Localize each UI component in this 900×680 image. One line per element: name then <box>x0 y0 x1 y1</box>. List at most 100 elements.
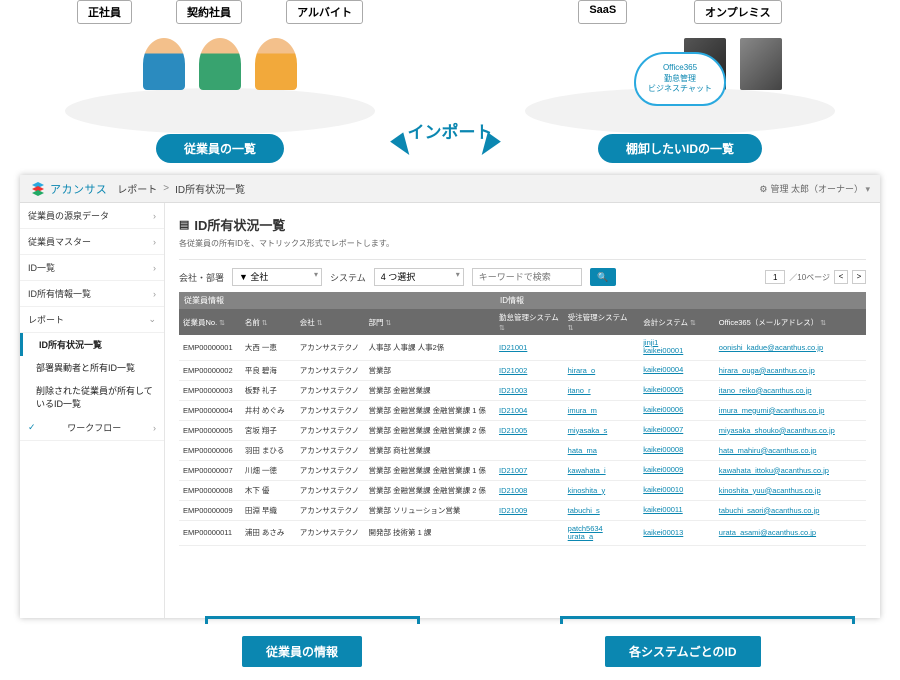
id-link[interactable]: kinoshita_y <box>568 486 606 495</box>
cell-dept: 営業部 金融営業課 金融営業課 2 係 <box>364 420 495 440</box>
id-link[interactable]: kaikei00011 <box>643 506 711 514</box>
id-link[interactable]: kaikei00005 <box>643 386 711 394</box>
id-link[interactable]: kaikei00006 <box>643 406 711 414</box>
id-link[interactable]: imura_megumi@acanthus.co.jp <box>719 406 825 415</box>
cell-empno: EMP00000005 <box>179 420 241 440</box>
cell-kintai <box>495 520 564 546</box>
id-link[interactable]: kinoshita_yuu@acanthus.co.jp <box>719 486 821 495</box>
cell-juchu: kawahata_i <box>564 460 640 480</box>
crumb-current: ID所有状況一覧 <box>175 181 245 196</box>
cell-kintai: ID21005 <box>495 420 564 440</box>
id-link[interactable]: hirara_ouga@acanthus.co.jp <box>719 366 815 375</box>
cell-name: 羽田 まひる <box>241 440 296 460</box>
id-link[interactable]: urata_a <box>568 533 636 541</box>
cell-juchu: imura_m <box>564 400 640 420</box>
id-link[interactable]: kaikei00004 <box>643 366 711 374</box>
tag-onprem: オンプレミス <box>694 0 782 24</box>
col-kaikei[interactable]: 会計システム <box>639 309 715 335</box>
id-link[interactable]: hata_ma <box>568 446 597 455</box>
cell-kaikei: kaikei00010 <box>639 480 715 500</box>
id-link[interactable]: itano_r <box>568 386 591 395</box>
callout-employee-info: 従業員の情報 <box>242 636 362 667</box>
id-link[interactable]: hirara_o <box>568 366 596 375</box>
cell-dept: 営業部 金融営業課 金融営業課 1 係 <box>364 400 495 420</box>
sidebar-sub-idownlist[interactable]: ID所有状況一覧 <box>20 333 164 356</box>
chevron-down-icon <box>148 314 156 325</box>
col-co[interactable]: 会社 <box>296 309 365 335</box>
id-link[interactable]: kaikei00007 <box>643 426 711 434</box>
import-label: インポート <box>408 118 493 143</box>
id-link[interactable]: imura_m <box>568 406 597 415</box>
id-link[interactable]: kawahata_ittoku@acanthus.co.jp <box>719 466 829 475</box>
search-button[interactable]: 🔍 <box>590 268 616 286</box>
sidebar-item-workflow[interactable]: ✓ ワークフロー <box>20 415 164 441</box>
cell-name: 木下 優 <box>241 480 296 500</box>
table-row: EMP00000006羽田 まひるアカンサステクノ営業部 商社営業課hata_m… <box>179 440 866 460</box>
chevron-right-icon <box>153 263 156 273</box>
id-link[interactable]: ID21009 <box>499 506 527 515</box>
pager-prev-button[interactable]: < <box>834 270 848 284</box>
chevron-right-icon <box>153 289 156 299</box>
user-menu[interactable]: 管理 太郎（オーナー） <box>759 182 870 195</box>
id-link[interactable]: ID21007 <box>499 466 527 475</box>
id-ownership-table: 従業員情報 ID情報 従業員No. 名前 会社 部門 勤怠管理システム 受注管理… <box>179 292 866 546</box>
search-input[interactable] <box>472 268 582 286</box>
filter-company-select[interactable]: ▼ 全社 <box>232 268 322 286</box>
cell-juchu: patch5634urata_a <box>564 520 640 546</box>
col-name[interactable]: 名前 <box>241 309 296 335</box>
cell-dept: 営業部 <box>364 360 495 380</box>
cell-mail: hata_mahiru@acanthus.co.jp <box>715 440 866 460</box>
id-link[interactable]: kaikei00010 <box>643 486 711 494</box>
employee-cluster: 正社員 契約社員 アルバイト 従業員の一覧 <box>55 0 385 90</box>
id-link[interactable]: kaikei00001 <box>643 347 711 355</box>
sidebar-item-master[interactable]: 従業員マスター <box>20 229 164 255</box>
cell-juchu: itano_r <box>564 380 640 400</box>
brand-logo[interactable]: アカンサス <box>30 181 107 197</box>
cell-co: アカンサステクノ <box>296 440 365 460</box>
cell-juchu: kinoshita_y <box>564 480 640 500</box>
pager-page-input[interactable] <box>765 270 785 284</box>
col-mail[interactable]: Office365（メールアドレス） <box>715 309 866 335</box>
chevron-right-icon: > <box>163 183 169 194</box>
id-link[interactable]: ID21002 <box>499 366 527 375</box>
col-kintai[interactable]: 勤怠管理システム <box>495 309 564 335</box>
filter-company-label: 会社・部署 <box>179 271 224 284</box>
col-juchu[interactable]: 受注管理システム <box>564 309 640 335</box>
chevron-right-icon <box>153 237 156 247</box>
id-link[interactable]: kaikei00008 <box>643 446 711 454</box>
sidebar-sub-moved[interactable]: 部署異動者と所有ID一覧 <box>20 356 164 379</box>
id-link[interactable]: itano_reiko@acanthus.co.jp <box>719 386 812 395</box>
id-link[interactable]: ID21008 <box>499 486 527 495</box>
cell-empno: EMP00000007 <box>179 460 241 480</box>
col-dept[interactable]: 部門 <box>364 309 495 335</box>
id-link[interactable]: kaikei00013 <box>643 529 711 537</box>
id-link[interactable]: tabuchi_saori@acanthus.co.jp <box>719 506 820 515</box>
sidebar-item-source[interactable]: 従業員の源泉データ <box>20 203 164 229</box>
id-link[interactable]: miyasaka_s <box>568 426 608 435</box>
cell-name: 板野 礼子 <box>241 380 296 400</box>
cell-juchu: hata_ma <box>564 440 640 460</box>
crumb-report[interactable]: レポート <box>117 181 157 196</box>
id-link[interactable]: miyasaka_shouko@acanthus.co.jp <box>719 426 835 435</box>
table-row: EMP00000005宮坂 翔子アカンサステクノ営業部 金融営業課 金融営業課 … <box>179 420 866 440</box>
col-empno[interactable]: 従業員No. <box>179 309 241 335</box>
cell-co: アカンサステクノ <box>296 460 365 480</box>
id-link[interactable]: ID21005 <box>499 426 527 435</box>
id-link[interactable]: kawahata_i <box>568 466 606 475</box>
id-link[interactable]: kaikei00009 <box>643 466 711 474</box>
sidebar-item-idown[interactable]: ID所有情報一覧 <box>20 281 164 307</box>
cell-kintai: ID21007 <box>495 460 564 480</box>
id-link[interactable]: hata_mahiru@acanthus.co.jp <box>719 446 817 455</box>
id-link[interactable]: ID21003 <box>499 386 527 395</box>
sidebar-item-idlist[interactable]: ID一覧 <box>20 255 164 281</box>
sidebar-item-report[interactable]: レポート <box>20 307 164 333</box>
id-link[interactable]: tabuchi_s <box>568 506 600 515</box>
sidebar-sub-deleted[interactable]: 削除された従業員が所有しているID一覧 <box>20 379 164 415</box>
pager-next-button[interactable]: > <box>852 270 866 284</box>
id-link[interactable]: oonishi_kadue@acanthus.co.jp <box>719 343 823 352</box>
cell-kintai: ID21008 <box>495 480 564 500</box>
id-link[interactable]: ID21001 <box>499 343 527 352</box>
filter-system-select[interactable]: 4 つ選択 <box>374 268 464 286</box>
id-link[interactable]: ID21004 <box>499 406 527 415</box>
id-link[interactable]: urata_asami@acanthus.co.jp <box>719 528 816 537</box>
